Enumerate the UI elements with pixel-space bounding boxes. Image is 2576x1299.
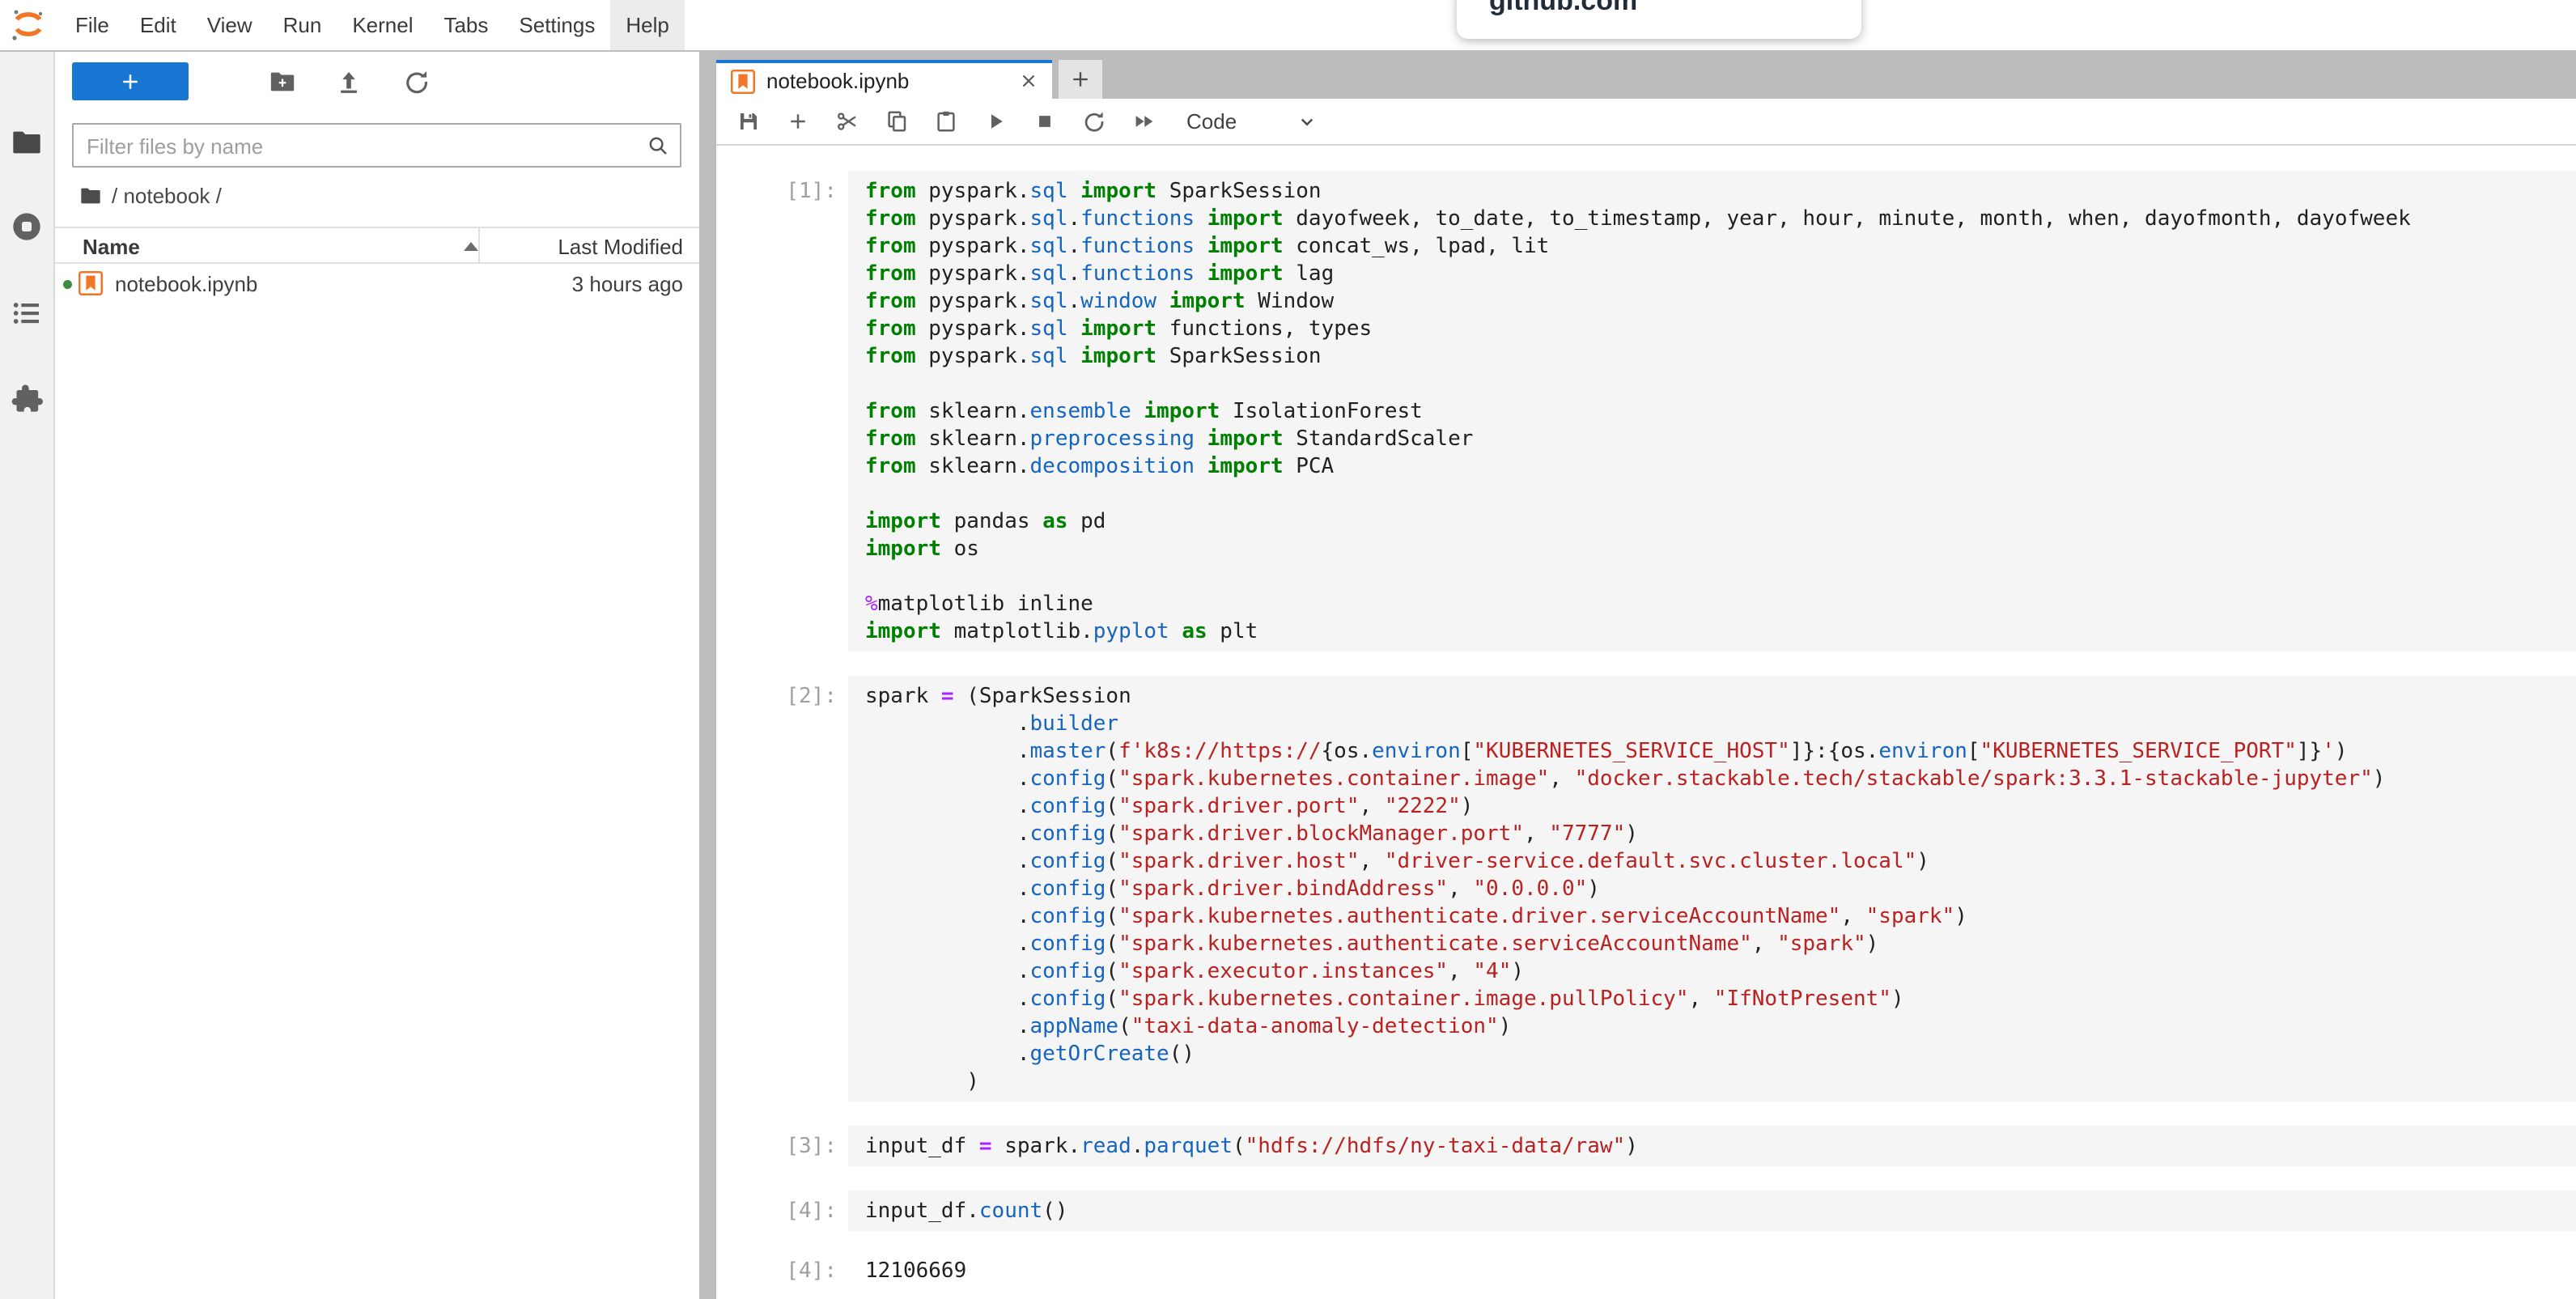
filter-files-input[interactable]: Filter files by name: [72, 123, 681, 168]
suggestion-text[interactable]: github.com: [1489, 0, 1637, 17]
jupyter-logo-icon: [10, 6, 47, 44]
execution-count: [4]:: [716, 1250, 848, 1284]
file-browser-icon[interactable]: [11, 126, 43, 159]
interrupt-kernel-button[interactable]: [1027, 104, 1063, 139]
code-cell: [3]:input_df = spark.read.parquet("hdfs:…: [716, 1126, 2576, 1166]
cell-type-value: Code: [1186, 109, 1237, 134]
notebook-toolbar: Code: [716, 99, 2576, 146]
file-modified-time: 3 hours ago: [572, 272, 683, 297]
add-cell-button[interactable]: [780, 104, 816, 139]
browser-suggestion-popup[interactable]: github.com: [1457, 0, 1861, 39]
running-kernels-icon[interactable]: [11, 210, 43, 243]
menu-help[interactable]: Help: [610, 0, 684, 50]
save-button[interactable]: [731, 104, 766, 139]
code-editor[interactable]: from pyspark.sql import SparkSessionfrom…: [848, 171, 2576, 652]
main-dock-panel: notebook.ipynb: [716, 50, 2576, 1299]
cell-list: [1]:from pyspark.sql import SparkSession…: [716, 171, 2576, 1284]
new-tab-button[interactable]: [1059, 60, 1102, 99]
menu-bar: File Edit View Run Kernel Tabs Settings …: [0, 0, 2576, 52]
menu-edit[interactable]: Edit: [125, 0, 192, 50]
output-area: 12106669: [848, 1250, 2576, 1284]
paste-cells-button[interactable]: [928, 104, 964, 139]
new-folder-button[interactable]: [269, 68, 296, 96]
menu-tabs[interactable]: Tabs: [428, 0, 503, 50]
column-header-name[interactable]: Name: [83, 235, 140, 260]
sort-ascending-icon: [464, 242, 478, 251]
tab-notebook[interactable]: notebook.ipynb: [716, 60, 1052, 99]
filter-placeholder: Filter files by name: [87, 134, 263, 159]
column-divider: [478, 228, 480, 262]
code-editor[interactable]: input_df.count(): [848, 1191, 2576, 1231]
chevron-down-icon: [1295, 109, 1319, 134]
file-browser-panel: Filter files by name / notebook / Name L…: [55, 52, 699, 1299]
file-name: notebook.ipynb: [115, 272, 257, 297]
notebook-file-icon: [79, 271, 103, 295]
table-of-contents-icon[interactable]: [11, 297, 43, 329]
plus-icon: [118, 70, 142, 94]
menu-kernel[interactable]: Kernel: [337, 0, 428, 50]
notebook-file-icon: [731, 70, 755, 94]
menu-settings[interactable]: Settings: [503, 0, 610, 50]
file-listing-header: Name Last Modified: [55, 227, 699, 264]
upload-button[interactable]: [335, 68, 363, 96]
column-header-last-modified[interactable]: Last Modified: [558, 235, 683, 260]
execution-count: [1]:: [716, 171, 848, 652]
refresh-button[interactable]: [403, 68, 431, 96]
menu-file[interactable]: File: [60, 0, 125, 50]
panel-split-handle[interactable]: [699, 52, 716, 1299]
new-launcher-button[interactable]: [72, 62, 189, 100]
copy-cells-button[interactable]: [879, 104, 915, 139]
code-cell: [1]:from pyspark.sql import SparkSession…: [716, 171, 2576, 652]
kernel-running-dot: [63, 280, 72, 289]
execution-count: [2]:: [716, 676, 848, 1102]
notebook-scroll-area[interactable]: [1]:from pyspark.sql import SparkSession…: [716, 146, 2576, 1299]
file-row[interactable]: notebook.ipynb 3 hours ago: [55, 264, 699, 304]
execution-count: [4]:: [716, 1191, 848, 1231]
breadcrumb-path: / notebook /: [112, 184, 222, 209]
menu-run[interactable]: Run: [268, 0, 337, 50]
menu-view[interactable]: View: [192, 0, 268, 50]
plus-icon: [1069, 68, 1092, 91]
run-cell-button[interactable]: [978, 104, 1013, 139]
code-cell: [2]:spark = (SparkSession .builder .mast…: [716, 676, 2576, 1102]
restart-run-all-button[interactable]: [1126, 104, 1161, 139]
search-icon: [646, 134, 670, 158]
code-cell: [4]:input_df.count(): [716, 1191, 2576, 1231]
breadcrumb[interactable]: / notebook /: [79, 180, 222, 212]
home-folder-icon[interactable]: [79, 185, 102, 207]
code-editor[interactable]: spark = (SparkSession .builder .master(f…: [848, 676, 2576, 1102]
cut-cells-button[interactable]: [830, 104, 865, 139]
cell-type-select[interactable]: Code: [1186, 109, 1319, 134]
close-tab-icon[interactable]: [1018, 70, 1039, 91]
code-editor[interactable]: input_df = spark.read.parquet("hdfs://hd…: [848, 1126, 2576, 1166]
output-cell: [4]:12106669: [716, 1250, 2576, 1284]
tab-bar: notebook.ipynb: [716, 50, 2576, 99]
tab-label: notebook.ipynb: [766, 69, 909, 94]
activity-bar: [0, 52, 55, 1299]
execution-count: [3]:: [716, 1126, 848, 1166]
restart-kernel-button[interactable]: [1076, 104, 1112, 139]
extensions-icon[interactable]: [11, 382, 43, 414]
